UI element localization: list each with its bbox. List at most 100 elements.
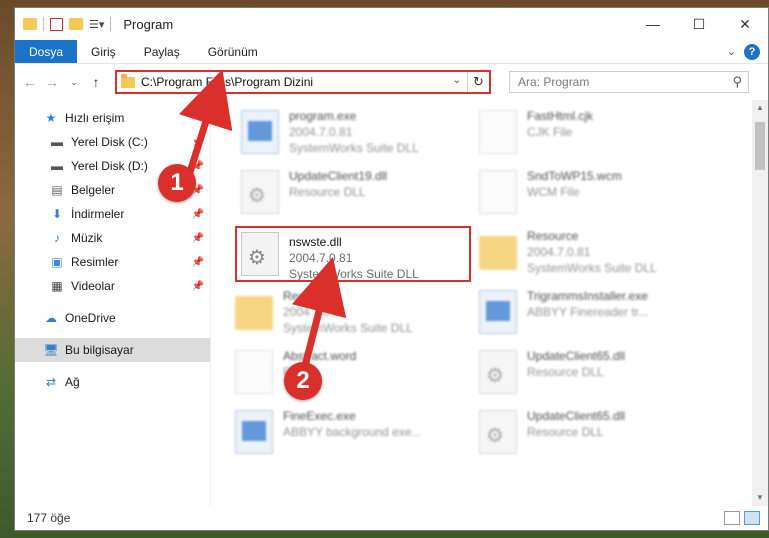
file-name: FastHtml.cjk xyxy=(527,109,593,123)
nav-item-label: Ağ xyxy=(65,375,80,389)
search-box[interactable]: Ara: Program ⚲ xyxy=(509,71,749,93)
search-input[interactable]: Ara: Program xyxy=(518,75,589,89)
file-name: FineExec.exe xyxy=(283,409,356,423)
main-area: ★ Hızlı erişim ▬ Yerel Disk (C:) 📌 ▬ Yer… xyxy=(15,100,768,506)
scroll-up-icon[interactable]: ▲ xyxy=(752,100,768,116)
address-dropdown-icon[interactable]: ⌄ xyxy=(453,75,461,86)
list-item[interactable]: FastHtml.cjk CJK File xyxy=(479,106,715,162)
nav-item-label: Müzik xyxy=(71,231,103,245)
list-item[interactable]: TrigrammsInstaller.exe ABBYY Finereader … xyxy=(479,286,715,342)
dll-file-icon xyxy=(479,410,517,454)
file-description: ABBYY Finereader tr... xyxy=(527,305,649,319)
pin-icon: 📌 xyxy=(191,136,204,148)
nav-item-pictures[interactable]: ▣ Resimler 📌 xyxy=(15,250,210,274)
expand-ribbon-icon[interactable]: ⌄ xyxy=(727,45,736,58)
tab-dosya[interactable]: Dosya xyxy=(15,40,78,63)
pin-icon: 📌 xyxy=(191,256,204,268)
file-list: program.exe 2004.7.0.81 SystemWorks Suit… xyxy=(211,100,768,506)
nav-item-quick-access[interactable]: ★ Hızlı erişim xyxy=(15,106,210,130)
nav-item-downloads[interactable]: ⬇ İndirmeler 📌 xyxy=(15,202,210,226)
status-bar: 177 öğe xyxy=(15,506,768,530)
address-path[interactable]: C:\Program Files\Program Dizini xyxy=(141,75,313,89)
file-description: SystemWorks Suite DLL xyxy=(527,261,657,275)
properties-icon[interactable] xyxy=(50,17,63,31)
pin-icon: 📌 xyxy=(191,280,204,292)
address-row: ← → ⌄ ↑ C:\Program Files\Program Dizini … xyxy=(15,64,768,100)
music-icon: ♪ xyxy=(54,231,60,245)
help-icon[interactable]: ? xyxy=(744,43,760,60)
address-bar[interactable]: C:\Program Files\Program Dizini ⌄ ↻ xyxy=(115,70,491,94)
maximize-button[interactable]: ☐ xyxy=(676,8,722,40)
list-item[interactable]: program.exe 2004.7.0.81 SystemWorks Suit… xyxy=(241,106,477,162)
file-name: UpdateClient65.dll xyxy=(527,409,626,423)
step-2-badge: 2 xyxy=(284,362,322,400)
nav-item-music[interactable]: ♪ Müzik 📌 xyxy=(15,226,210,250)
nav-item-label: Yerel Disk (C:) xyxy=(71,135,148,149)
step-1-badge: 1 xyxy=(158,164,196,202)
ribbon-right-controls: ⌄ ? xyxy=(727,40,768,63)
file-type: WCM File xyxy=(527,185,580,199)
file-description: SystemWorks Suite DLL xyxy=(283,321,413,335)
new-folder-icon[interactable] xyxy=(69,18,83,30)
ribbon-tabs: Dosya Giriş Paylaş Görünüm ⌄ ? xyxy=(15,40,768,64)
nav-item-this-pc[interactable]: 🖥 Bu bilgisayar xyxy=(15,338,210,362)
list-item[interactable]: UpdateClient65.dll Resource DLL xyxy=(479,406,715,462)
file-description: SystemWorks Suite DLL xyxy=(289,267,419,281)
nav-item-videos[interactable]: ▦ Videolar 📌 xyxy=(15,274,210,298)
list-item[interactable]: Abstract.word File xyxy=(235,346,471,402)
list-item[interactable]: UpdateClient19.dll Resource DLL xyxy=(241,166,477,222)
file-type: Resource DLL xyxy=(527,425,604,439)
forward-arrow-icon[interactable]: → xyxy=(43,74,61,90)
cloud-icon: ☁ xyxy=(45,311,57,325)
network-icon: ⇄ xyxy=(45,375,57,389)
list-item[interactable]: UpdateClient65.dll Resource DLL xyxy=(479,346,715,402)
list-item[interactable]: FineExec.exe ABBYY background exe... xyxy=(235,406,471,462)
folder-icon xyxy=(23,18,37,30)
search-icon: ⚲ xyxy=(732,74,742,89)
nav-item-label: Yerel Disk (D:) xyxy=(71,159,148,173)
highlighted-file-nswste-dll[interactable]: nswste.dll 2004.7.0.81 SystemWorks Suite… xyxy=(235,226,471,282)
nav-item-label: Hızlı erişim xyxy=(65,111,125,125)
tab-giris[interactable]: Giriş xyxy=(77,40,130,63)
vertical-scrollbar[interactable]: ▲ ▼ xyxy=(752,100,768,506)
file-version: 2004.7.0.81 xyxy=(283,305,347,319)
file-name: program.exe xyxy=(289,109,357,123)
file-icon xyxy=(479,170,517,214)
list-item[interactable]: SndToWP15.wcm WCM File xyxy=(479,166,715,222)
scroll-thumb[interactable] xyxy=(755,122,765,170)
toolbar-divider xyxy=(110,17,112,31)
tab-gorunum[interactable]: Görünüm xyxy=(194,40,272,63)
list-item[interactable]: Resource 2004.7.0.81 SystemWorks Suite D… xyxy=(235,286,471,342)
customize-toolbar-icon[interactable]: ☰▾ xyxy=(89,18,104,31)
star-icon: ★ xyxy=(45,111,57,125)
tab-paylas[interactable]: Paylaş xyxy=(130,40,194,63)
explorer-window: ☰▾ Program — ☐ ✕ Dosya Giriş Paylaş Görü… xyxy=(14,7,769,531)
computer-icon: 🖥 xyxy=(43,343,59,357)
file-version: 2004.7.0.81 xyxy=(289,251,353,265)
close-button[interactable]: ✕ xyxy=(722,8,768,40)
recent-locations-chevron-icon[interactable]: ⌄ xyxy=(65,77,83,88)
nav-item-label: İndirmeler xyxy=(71,207,125,221)
file-version: 2004.7.0.81 xyxy=(289,125,353,139)
window-controls: — ☐ ✕ xyxy=(630,8,768,40)
nav-item-network[interactable]: ⇄ Ağ xyxy=(15,370,210,394)
file-type: Resource DLL xyxy=(289,185,366,199)
pictures-icon: ▣ xyxy=(51,255,63,269)
nav-item-label: Bu bilgisayar xyxy=(65,343,134,357)
list-item[interactable]: Resource 2004.7.0.81 SystemWorks Suite D… xyxy=(479,226,715,282)
tiles-view-icon[interactable] xyxy=(744,511,760,525)
drive-icon: ▬ xyxy=(51,135,63,149)
up-arrow-icon[interactable]: ↑ xyxy=(87,74,105,90)
pin-icon: 📌 xyxy=(191,160,204,172)
nav-item-onedrive[interactable]: ☁ OneDrive xyxy=(15,306,210,330)
refresh-icon[interactable]: ↻ xyxy=(467,72,489,92)
nav-item-local-disk-c[interactable]: ▬ Yerel Disk (C:) 📌 xyxy=(15,130,210,154)
details-view-icon[interactable] xyxy=(724,511,740,525)
file-type: CJK File xyxy=(527,125,573,139)
folder-icon xyxy=(479,236,517,270)
minimize-button[interactable]: — xyxy=(630,8,676,40)
back-arrow-icon[interactable]: ← xyxy=(21,74,39,90)
pin-icon: 📌 xyxy=(191,232,204,244)
scroll-down-icon[interactable]: ▼ xyxy=(752,490,768,506)
nav-item-label: Videolar xyxy=(71,279,115,293)
